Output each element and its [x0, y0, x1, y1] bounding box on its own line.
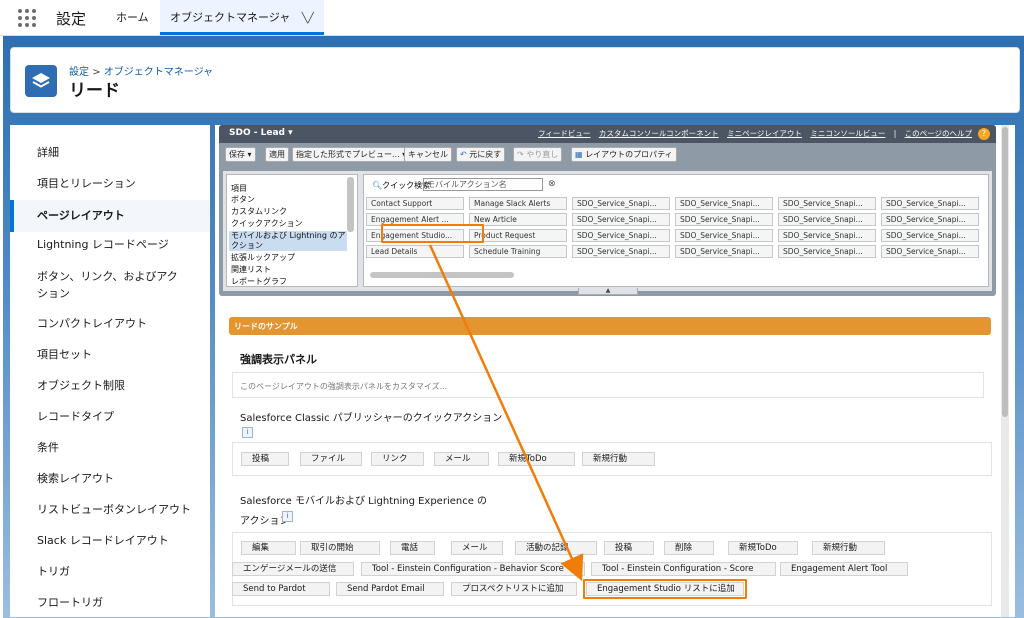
drag-arrow [428, 244, 584, 582]
